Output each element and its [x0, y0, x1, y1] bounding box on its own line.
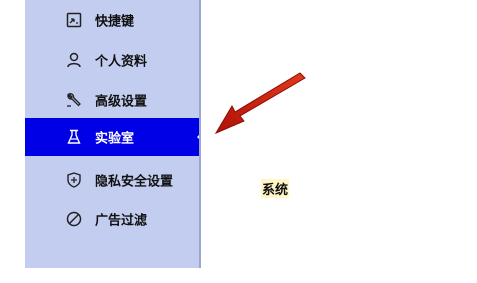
sidebar-item-label: 个人资料 [95, 54, 148, 70]
wrench-icon [65, 91, 83, 109]
shield-icon [65, 171, 83, 189]
sidebar-item-label: 实验室 [95, 131, 135, 147]
sidebar-item-shortcuts[interactable]: 快捷键 [25, 0, 199, 40]
user-icon [65, 51, 83, 69]
sidebar-divider [199, 0, 201, 268]
sidebar-item-label: 高级设置 [95, 94, 148, 110]
flask-icon [65, 128, 83, 146]
sidebar-item-label: 隐私安全设置 [95, 174, 174, 190]
sidebar-item-profile[interactable]: 个人资料 [25, 40, 199, 80]
sidebar-item-label: 广告过滤 [95, 213, 148, 229]
block-icon [65, 210, 83, 228]
shortcut-icon [65, 11, 83, 29]
sidebar-item-label: 快捷键 [95, 14, 135, 30]
system-label: 系统 [261, 179, 290, 198]
sidebar-item-lab[interactable]: 实验室 [25, 118, 203, 156]
sidebar-item-privacy-security[interactable]: 隐私安全设置 [25, 160, 199, 200]
sidebar-item-ad-filter[interactable]: 广告过滤 [25, 199, 199, 239]
sidebar-item-advanced-settings[interactable]: 高级设置 [25, 80, 199, 120]
sidebar: 快捷键 个人资料 高级设置 实验室 隐私安全设置 广告过滤 [25, 0, 203, 268]
